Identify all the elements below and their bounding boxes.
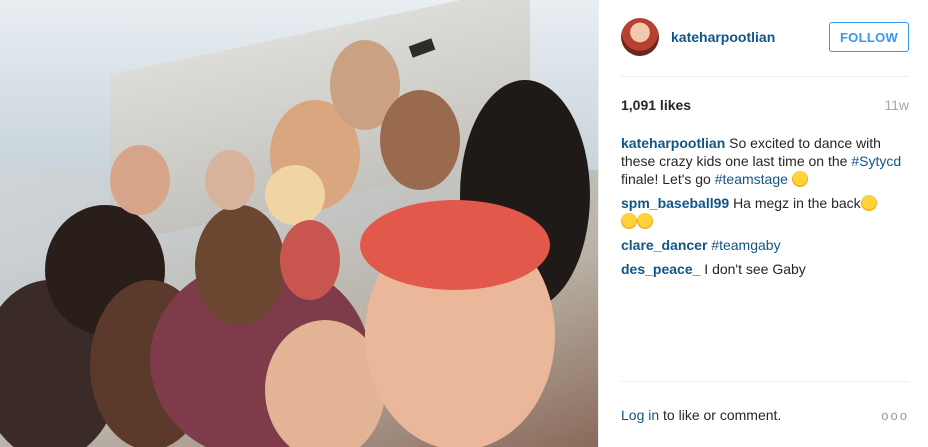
comment-item: des_peace_ I don't see Gaby: [621, 260, 909, 278]
comment-text: I don't see Gaby: [704, 261, 806, 277]
avatar[interactable]: [621, 18, 659, 56]
post-header: kateharpootlian FOLLOW: [621, 16, 909, 58]
tears-of-joy-emoji-icon: [621, 213, 637, 229]
post-side-panel: kateharpootlian FOLLOW 1,091 likes 11w k…: [598, 0, 928, 447]
likes-row: 1,091 likes 11w: [621, 96, 909, 114]
login-link[interactable]: Log in: [621, 407, 659, 423]
comment-username[interactable]: des_peace_: [621, 261, 700, 277]
likes-count[interactable]: 1,091 likes: [621, 97, 691, 113]
post-photo[interactable]: [0, 0, 598, 447]
person-silhouette: [205, 150, 255, 210]
comment-text: finale! Let's go: [621, 171, 715, 187]
comment-item: kateharpootlian So excited to dance with…: [621, 134, 909, 188]
comment-username[interactable]: spm_baseball99: [621, 195, 729, 211]
person-silhouette: [380, 90, 460, 190]
tears-of-joy-emoji-icon: [860, 195, 877, 211]
comment-item: spm_baseball99 Ha megz in the back: [621, 194, 909, 230]
person-silhouette: [110, 145, 170, 215]
person-silhouette: [195, 205, 285, 325]
hashtag-link[interactable]: #Sytycd: [851, 153, 901, 169]
divider: [621, 76, 909, 77]
post-age[interactable]: 11w: [884, 97, 909, 113]
comment-text: Ha megz in the back: [733, 195, 861, 211]
comment-list: kateharpootlian So excited to dance with…: [621, 134, 909, 284]
username-link[interactable]: kateharpootlian: [671, 29, 775, 45]
follow-button[interactable]: FOLLOW: [829, 22, 909, 52]
post-footer: Log in to like or comment. ooo: [621, 404, 909, 426]
comment-username[interactable]: kateharpootlian: [621, 135, 725, 151]
heart-eyes-emoji-icon: [791, 171, 808, 187]
login-prompt-text: to like or comment.: [663, 407, 782, 423]
person-silhouette: [265, 165, 325, 225]
comment-username[interactable]: clare_dancer: [621, 237, 707, 253]
hashtag-link[interactable]: #teamstage: [715, 171, 788, 187]
divider: [621, 381, 909, 382]
tears-of-joy-emoji-icon: [637, 213, 653, 229]
headband: [360, 200, 550, 290]
comment-item: clare_dancer #teamgaby: [621, 236, 909, 254]
more-options-icon[interactable]: ooo: [881, 408, 909, 423]
hashtag-link[interactable]: #teamgaby: [711, 237, 780, 253]
person-silhouette: [280, 220, 340, 300]
